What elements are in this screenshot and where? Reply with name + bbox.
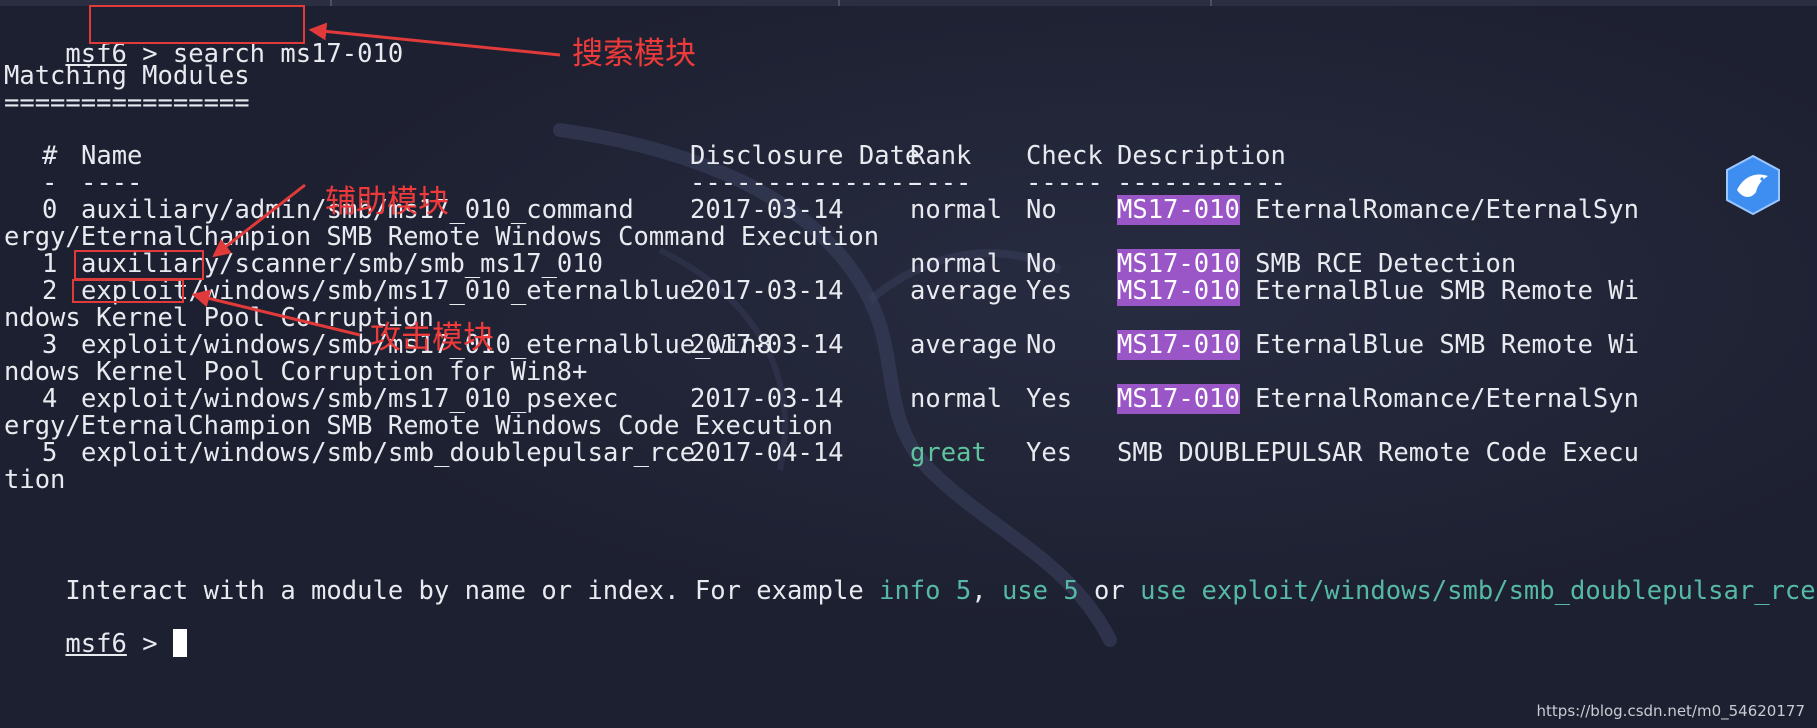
row-rank: average	[910, 330, 1018, 360]
bird-badge-icon[interactable]	[1722, 154, 1784, 216]
row-check: Yes	[1026, 276, 1073, 306]
hint-line: Interact with a module by name or index.…	[4, 545, 1815, 606]
row-description: MS17-010 EternalBlue SMB Remote Wi	[1117, 330, 1639, 361]
row-description: MS17-010 EternalRomance/EternalSyn	[1117, 195, 1639, 226]
text-cursor[interactable]	[172, 629, 187, 657]
row-rank: average	[910, 276, 1018, 306]
row-description: MS17-010 EternalRomance/EternalSyn	[1117, 384, 1639, 415]
row-rank: normal	[910, 195, 1003, 225]
row-description: SMB DOUBLEPULSAR Remote Code Execu	[1117, 438, 1639, 468]
row-name-rest: /scanner/smb/smb_ms17_010	[219, 249, 603, 279]
hint-command-use-path: use exploit/windows/smb/smb_doublepulsar…	[1140, 576, 1816, 606]
heading-underline: ================	[4, 88, 250, 118]
row-check: Yes	[1026, 438, 1073, 468]
row-date: 2017-04-14	[690, 438, 844, 468]
hint-command-use-index: use 5	[1001, 576, 1079, 606]
exploit-highlight-box	[72, 279, 184, 303]
ms17-010-highlight: MS17-010	[1117, 384, 1240, 414]
row-check: No	[1026, 195, 1057, 225]
annotation-auxiliary-module: 辅助模块	[325, 184, 449, 220]
search-command-highlight-box	[89, 5, 305, 44]
csdn-watermark-url: https://blog.csdn.net/m0_54620177	[1536, 702, 1805, 720]
hint-command-info: info 5	[879, 576, 972, 606]
table-row[interactable]: 5 exploit/windows/smb/smb_doublepulsar_r…	[4, 438, 1804, 469]
prompt-separator: >	[126, 629, 173, 659]
annotation-search-module: 搜索模块	[572, 36, 696, 72]
annotation-attack-module: 攻击模块	[370, 320, 494, 356]
hint-text: or	[1078, 576, 1141, 606]
row-name: exploit/windows/smb/smb_doublepulsar_rce	[81, 438, 696, 468]
row-rank: normal	[910, 384, 1003, 414]
hint-text: ,	[971, 576, 1002, 606]
prompt-name: msf6	[65, 629, 127, 659]
row-date: 2017-03-14	[690, 276, 844, 306]
hint-text: Interact with a module by name or index.…	[65, 576, 880, 606]
row-name-rest: /windows/smb/ms17_010_eternalblue	[188, 276, 696, 306]
ms17-010-highlight: MS17-010	[1117, 330, 1240, 360]
row-check: No	[1026, 330, 1057, 360]
terminal-window[interactable]: msf6 > search ms17-010 Matching Modules …	[0, 0, 1817, 728]
row-description-text: EternalBlue SMB Remote Wi	[1239, 276, 1639, 306]
row-description-wrap: tion	[4, 465, 66, 495]
ms17-010-highlight: MS17-010	[1117, 276, 1240, 306]
auxiliary-highlight-box	[74, 250, 204, 280]
row-description-text: SMB RCE Detection	[1239, 249, 1517, 279]
row-description-text: EternalBlue SMB Remote Wi	[1239, 330, 1639, 360]
row-description-text: EternalRomance/EternalSyn	[1239, 384, 1639, 414]
ms17-010-highlight: MS17-010	[1117, 249, 1240, 279]
row-description: MS17-010 EternalBlue SMB Remote Wi	[1117, 276, 1639, 307]
active-prompt-line[interactable]: msf6 >	[4, 598, 187, 659]
row-date: 2017-03-14	[690, 330, 844, 360]
ms17-010-highlight: MS17-010	[1117, 195, 1240, 225]
row-rank: great	[910, 438, 987, 468]
row-description-text: EternalRomance/EternalSyn	[1239, 195, 1639, 225]
row-check: Yes	[1026, 384, 1073, 414]
